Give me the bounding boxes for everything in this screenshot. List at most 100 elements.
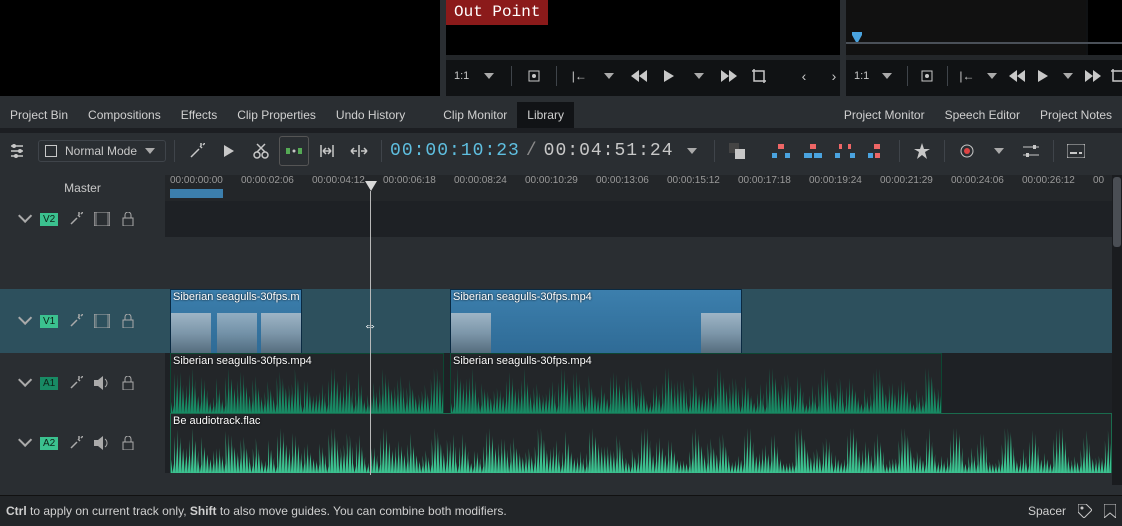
timeline-settings-icon[interactable] xyxy=(6,137,34,165)
chevron-down-icon[interactable] xyxy=(18,213,30,225)
lock-icon[interactable] xyxy=(120,313,136,329)
project-monitor-preview xyxy=(846,0,1086,55)
track-lane-a1[interactable]: Siberian seagulls-30fps.mp4 Siberian sea… xyxy=(165,353,1122,414)
tag-icon[interactable] xyxy=(1078,504,1092,518)
effects-icon[interactable] xyxy=(68,211,84,227)
playhead[interactable] xyxy=(370,191,371,475)
clip-monitor-zoom[interactable]: 1:1 xyxy=(452,70,471,82)
rewind-icon[interactable] xyxy=(627,64,651,88)
tab-speech-editor[interactable]: Speech Editor xyxy=(935,102,1030,128)
clip-a1-0[interactable]: Siberian seagulls-30fps.mp4 xyxy=(170,353,444,414)
zoom-dropdown-icon[interactable] xyxy=(477,64,501,88)
rewind-icon[interactable] xyxy=(1008,64,1027,88)
zoom-dropdown-icon[interactable] xyxy=(983,64,1002,88)
tab-project-notes[interactable]: Project Notes xyxy=(1030,102,1122,128)
mix-2-icon[interactable] xyxy=(799,137,827,165)
timecode-dropdown-icon[interactable] xyxy=(678,137,706,165)
in-start-icon[interactable]: |← xyxy=(957,64,976,88)
force-original-icon[interactable] xyxy=(917,64,936,88)
chevron-down-icon[interactable] xyxy=(18,377,30,389)
forward-icon[interactable] xyxy=(717,64,741,88)
track-lane-a2[interactable]: Be audiotrack.flac xyxy=(165,413,1122,474)
film-icon[interactable] xyxy=(94,211,110,227)
magic-wand-icon[interactable] xyxy=(183,137,211,165)
lock-icon[interactable] xyxy=(120,435,136,451)
ruler-tick: 00:00:17:18 xyxy=(738,175,808,186)
tab-clip-properties[interactable]: Clip Properties xyxy=(227,102,326,128)
tab-project-bin[interactable]: Project Bin xyxy=(0,102,78,128)
ruler-tick: 00:00:02:06 xyxy=(241,175,311,186)
fit-out-icon[interactable] xyxy=(345,137,373,165)
project-monitor-zoom[interactable]: 1:1 xyxy=(852,70,871,82)
sliders-icon[interactable] xyxy=(1017,137,1045,165)
mix-3-icon[interactable] xyxy=(831,137,859,165)
crop-icon[interactable] xyxy=(747,64,771,88)
track-lane-v1[interactable]: Siberian seagulls-30fps.mp4 Siberian sea… xyxy=(165,289,1122,354)
tab-compositions[interactable]: Compositions xyxy=(78,102,171,128)
composite-icon[interactable] xyxy=(723,137,751,165)
speaker-icon[interactable] xyxy=(94,375,110,391)
effects-icon[interactable] xyxy=(68,375,84,391)
mix-4-icon[interactable] xyxy=(863,137,891,165)
effects-icon[interactable] xyxy=(68,435,84,451)
timeline-scrollbar[interactable] xyxy=(1112,175,1122,485)
in-start-icon[interactable]: |← xyxy=(567,64,591,88)
film-icon[interactable] xyxy=(94,313,110,329)
ruler-tick: 00:00:19:24 xyxy=(809,175,879,186)
clip-a1-1[interactable]: Siberian seagulls-30fps.mp4 xyxy=(450,353,942,414)
tab-undo-history[interactable]: Undo History xyxy=(326,102,415,128)
track-header-a1[interactable]: A1 xyxy=(0,353,184,413)
crop-icon[interactable] xyxy=(1109,64,1122,88)
master-label: Master xyxy=(64,181,101,195)
spacer-status: Spacer xyxy=(1028,504,1066,518)
track-header-v1[interactable]: V1 xyxy=(0,289,184,353)
clip-a2-0[interactable]: Be audiotrack.flac xyxy=(170,413,1112,474)
track-lane-v2[interactable] xyxy=(165,201,1122,238)
lock-icon[interactable] xyxy=(120,211,136,227)
chevron-down-icon[interactable] xyxy=(18,437,30,449)
mix-1-icon[interactable] xyxy=(767,137,795,165)
force-original-icon[interactable] xyxy=(522,64,546,88)
timeline-ruler[interactable]: 00:00:00:0000:00:02:0600:00:04:1200:00:0… xyxy=(165,175,1122,202)
edit-mode-dropdown[interactable]: Normal Mode xyxy=(38,140,166,162)
play-icon[interactable] xyxy=(657,64,681,88)
ruler-tick: 00:00:10:29 xyxy=(525,175,595,186)
waveform xyxy=(171,368,443,413)
forward-icon[interactable] xyxy=(1084,64,1103,88)
clip-v1-0[interactable]: Siberian seagulls-30fps.mp4 xyxy=(170,289,302,354)
record-dropdown-icon[interactable] xyxy=(985,137,1013,165)
play-dropdown-icon[interactable] xyxy=(1058,64,1077,88)
effects-icon[interactable] xyxy=(68,313,84,329)
track-header-v2[interactable]: V2 xyxy=(0,201,184,237)
tab-effects[interactable]: Effects xyxy=(171,102,227,128)
bookmark-icon[interactable] xyxy=(1104,504,1116,518)
clip-v1-1[interactable]: Siberian seagulls-30fps.mp4 xyxy=(450,289,742,354)
lock-icon[interactable] xyxy=(120,375,136,391)
tab-project-monitor[interactable]: Project Monitor xyxy=(834,102,935,128)
track-badge-v2: V2 xyxy=(40,213,58,226)
subtitle-icon[interactable] xyxy=(1062,137,1090,165)
zoom-dropdown-icon[interactable] xyxy=(877,64,896,88)
prev-marker-icon[interactable] xyxy=(792,64,816,88)
track-header-a2[interactable]: A2 xyxy=(0,413,184,473)
fit-in-icon[interactable] xyxy=(313,137,341,165)
spacer-tool-icon[interactable] xyxy=(279,136,309,166)
play-icon[interactable] xyxy=(1033,64,1052,88)
clip-label: Siberian seagulls-30fps.mp4 xyxy=(173,355,441,367)
tab-library[interactable]: Library xyxy=(517,102,574,128)
favorite-icon[interactable] xyxy=(908,137,936,165)
position-timecode[interactable]: 00:00:10:23/00:04:51:24 xyxy=(390,141,673,161)
speaker-icon[interactable] xyxy=(94,435,110,451)
master-track-header[interactable]: Master xyxy=(0,175,166,201)
edit-mode-label: Normal Mode xyxy=(65,144,137,158)
project-monitor-playhead-icon[interactable] xyxy=(852,32,862,42)
chevron-down-icon[interactable] xyxy=(18,315,30,327)
tab-clip-monitor[interactable]: Clip Monitor xyxy=(433,102,517,128)
zoom-dropdown-icon[interactable] xyxy=(597,64,621,88)
record-icon[interactable] xyxy=(953,137,981,165)
clip-label: Be audiotrack.flac xyxy=(173,415,1109,427)
timeline-zone[interactable] xyxy=(170,189,223,198)
play-dropdown-icon[interactable] xyxy=(687,64,711,88)
razor-icon[interactable] xyxy=(247,137,275,165)
play-icon[interactable] xyxy=(215,137,243,165)
